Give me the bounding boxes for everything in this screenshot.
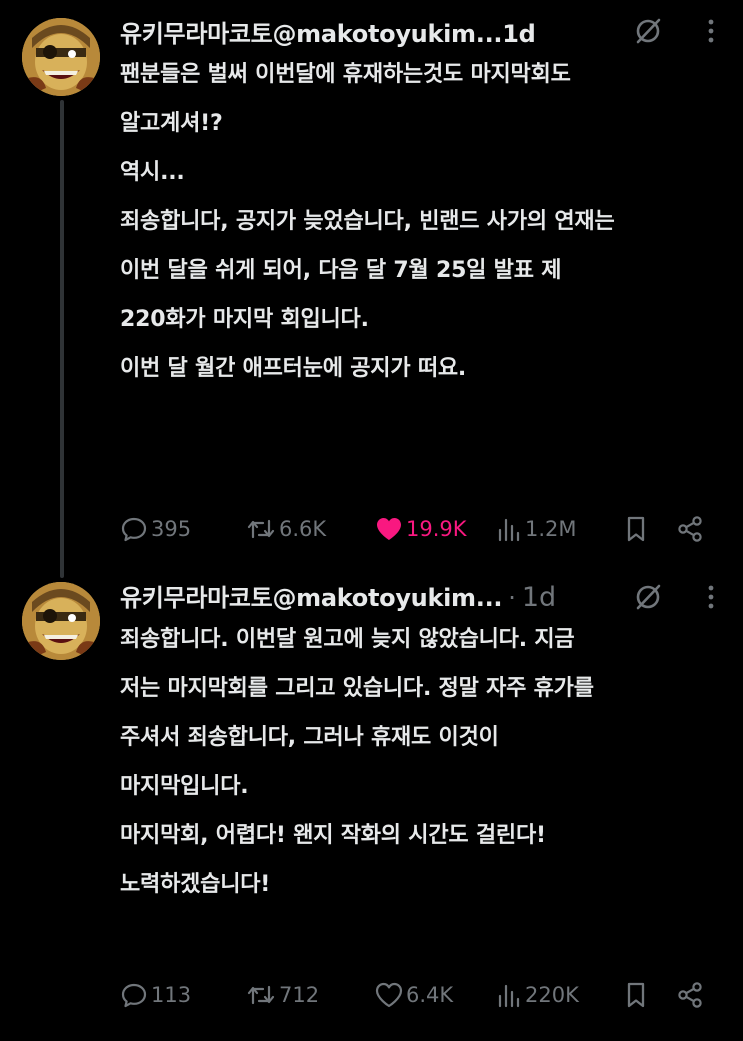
grok-icon[interactable] — [633, 16, 663, 46]
post-header: 유키무라마코토 @makotoyukim...1d — [120, 14, 536, 48]
separator-dot: · — [508, 584, 516, 612]
text-line: 알고계셔!? — [120, 111, 223, 136]
post-header-icons — [633, 582, 715, 612]
views-button[interactable]: 1.2M — [496, 511, 577, 547]
text-line: 역시... — [120, 160, 185, 185]
text-line: 마지막입니다. — [120, 774, 249, 799]
avatar[interactable] — [22, 582, 100, 660]
like-button[interactable]: 6.4K — [375, 977, 453, 1013]
post-header: 유키무라마코토 @makotoyukim... · 1d — [120, 578, 556, 613]
handle-time[interactable]: @makotoyukim...1d — [272, 20, 535, 48]
post-header-icons — [633, 16, 715, 46]
text-line: 저는 마지막회를 그리고 있습니다. 정말 자주 휴가를 — [120, 676, 594, 701]
reply-button[interactable]: 113 — [120, 977, 191, 1013]
views-count: 220K — [525, 983, 579, 1007]
avatar[interactable] — [22, 18, 100, 96]
like-count: 6.4K — [406, 983, 454, 1007]
thread-connector-line — [60, 100, 64, 578]
text-line: 이번 달 월간 애프터눈에 공지가 떠요. — [120, 356, 467, 381]
text-line: 노력하겠습니다! — [120, 872, 271, 897]
handle[interactable]: @makotoyukim... — [272, 584, 502, 612]
reply-button[interactable]: 395 — [120, 511, 191, 547]
share-button[interactable] — [676, 977, 707, 1013]
like-button[interactable]: 19.9K — [375, 511, 467, 547]
display-name[interactable]: 유키무라마코토 — [120, 578, 273, 613]
views-count: 1.2M — [525, 517, 577, 541]
avatar-image — [22, 18, 100, 96]
text-line: 주셔서 죄송합니다, 그러나 휴재도 이것이 — [120, 725, 499, 750]
reply-icon — [121, 983, 147, 1008]
text-line: 죄송합니다. 이번달 원고에 늦지 않았습니다. 지금 — [120, 627, 575, 652]
repost-icon — [247, 519, 275, 539]
text-line: 220화가 마지막 회입니다. — [120, 307, 369, 332]
repost-button[interactable]: 712 — [246, 977, 319, 1013]
text-line: 이번 달을 쉬게 되어, 다음 달 7월 25일 발표 제 — [120, 258, 562, 283]
reply-count: 395 — [151, 517, 192, 541]
post-text: 팬분들은 벌써 이번달에 휴재하는것도 마지막회도 알고계셔!? 역시... 죄… — [120, 50, 710, 393]
views-icon — [498, 984, 520, 1008]
repost-count: 712 — [279, 983, 320, 1007]
text-line: 팬분들은 벌써 이번달에 휴재하는것도 마지막회도 — [120, 62, 571, 87]
like-icon — [377, 518, 401, 540]
avatar-image — [22, 582, 100, 660]
share-icon — [678, 982, 702, 1008]
more-icon[interactable] — [707, 18, 715, 44]
like-count: 19.9K — [406, 517, 467, 541]
bookmark-button[interactable] — [624, 977, 651, 1013]
views-button[interactable]: 220K — [496, 977, 579, 1013]
text-line: 마지막회, 어렵다! 왠지 작화의 시간도 걸린다! — [120, 823, 546, 848]
action-bar: 113 712 6.4K 220K — [120, 977, 720, 1013]
repost-count: 6.6K — [279, 517, 327, 541]
share-button[interactable] — [676, 511, 707, 547]
share-icon — [678, 516, 702, 542]
action-bar: 395 6.6K 19.9K 1.2M — [120, 511, 720, 547]
reply-count: 113 — [151, 983, 192, 1007]
text-line: 죄송합니다, 공지가 늦었습니다, 빈랜드 사가의 연재는 — [120, 209, 615, 234]
repost-button[interactable]: 6.6K — [246, 511, 326, 547]
views-icon — [498, 518, 520, 542]
grok-icon[interactable] — [633, 582, 663, 612]
more-icon[interactable] — [707, 584, 715, 610]
repost-icon — [247, 985, 275, 1005]
timestamp[interactable]: 1d — [522, 582, 556, 613]
bookmark-icon — [627, 982, 645, 1008]
display-name[interactable]: 유키무라마코토 — [120, 14, 273, 49]
post-text: 죄송합니다. 이번달 원고에 늦지 않았습니다. 지금 저는 마지막회를 그리고… — [120, 615, 710, 909]
bookmark-button[interactable] — [624, 511, 651, 547]
like-icon — [375, 982, 403, 1008]
bookmark-icon — [627, 516, 645, 542]
reply-icon — [121, 517, 147, 542]
